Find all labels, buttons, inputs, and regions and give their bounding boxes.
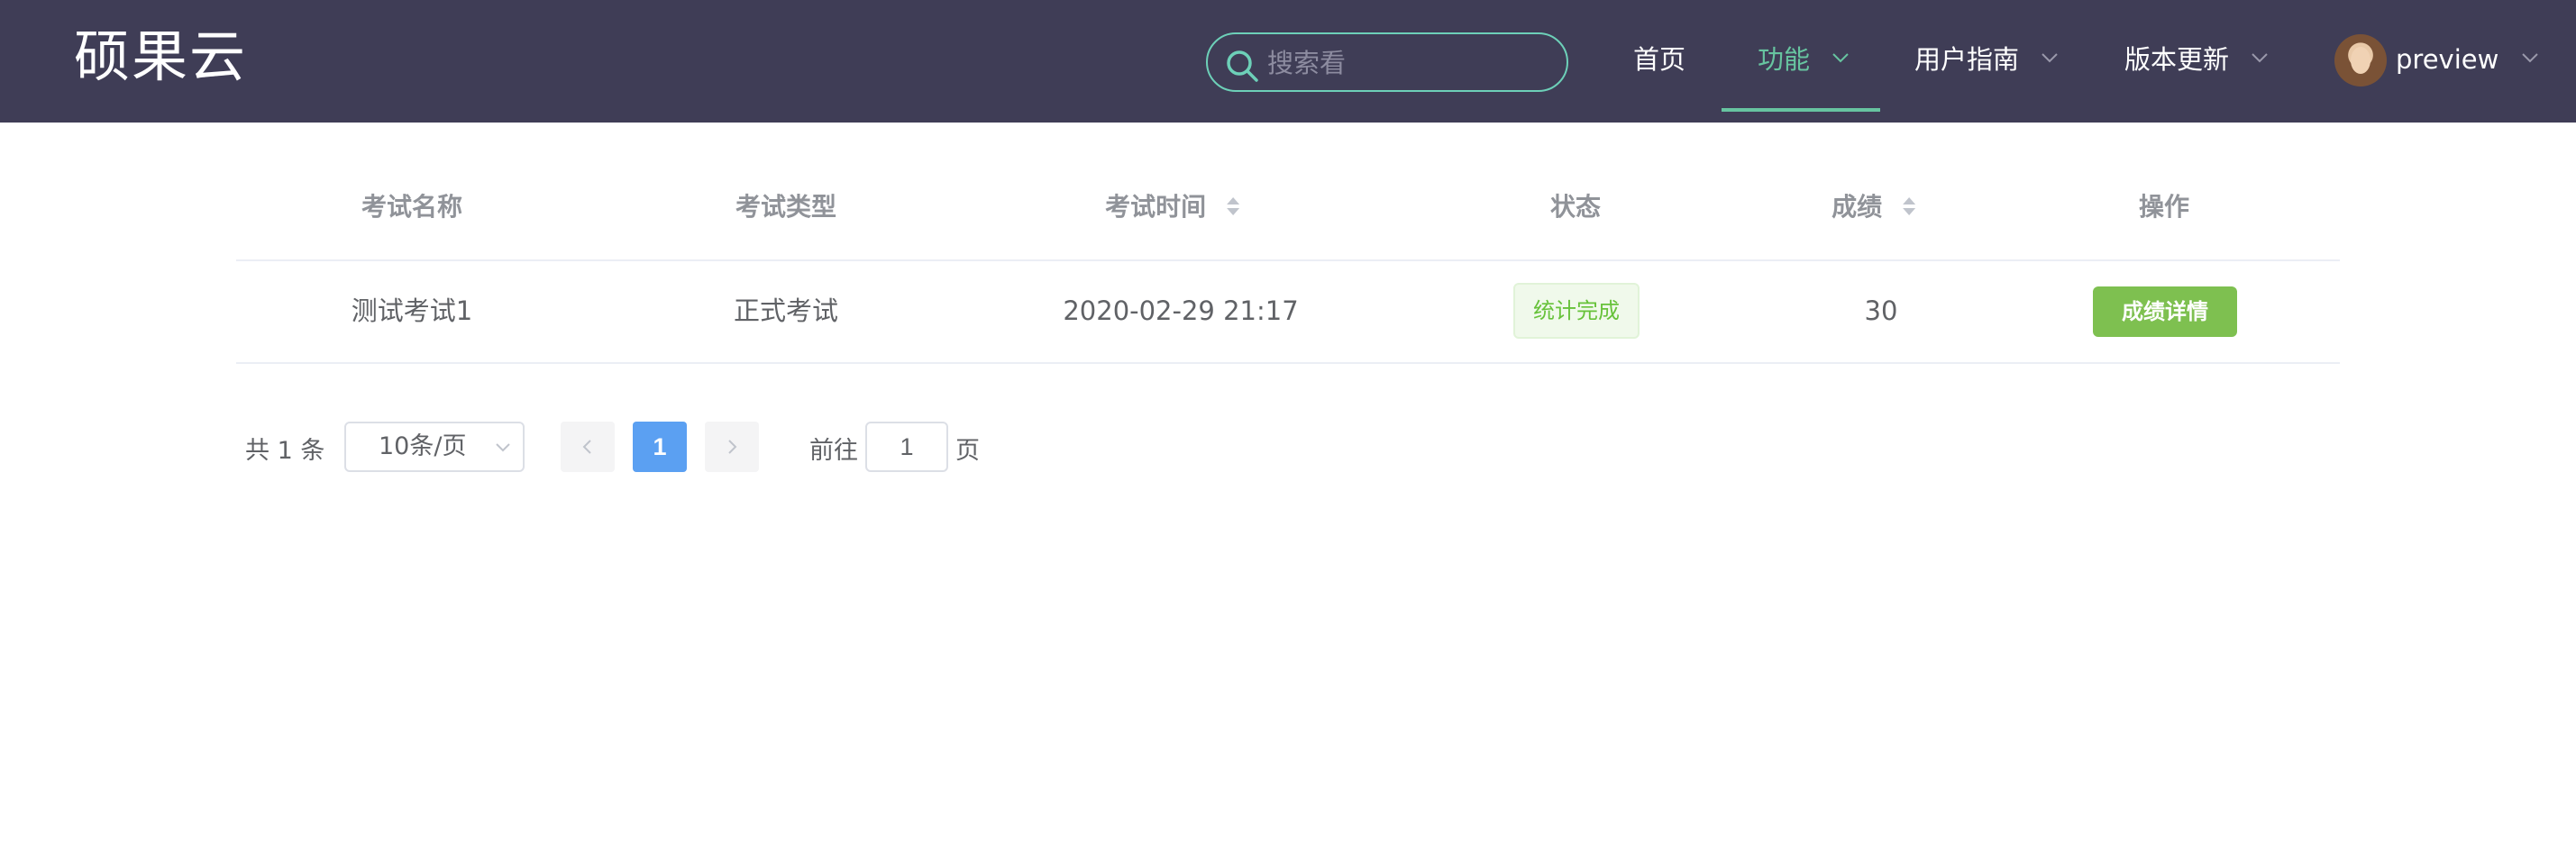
page-size-value: 10条/页 <box>379 432 467 460</box>
nav-version-updates[interactable]: 版本更新 <box>2124 0 2270 123</box>
column-header-status: 状态 <box>1549 192 1602 222</box>
column-header-exam-time-label: 考试时间 <box>1105 192 1207 222</box>
username: preview <box>2396 44 2499 75</box>
top-navbar: 硕果云 首页 功能 用户指南 版本更新 preview <box>0 0 2576 123</box>
column-header-score-label: 成绩 <box>1832 192 1883 222</box>
cell-score: 30 <box>1864 295 1898 326</box>
nav-version-updates-label: 版本更新 <box>2124 44 2230 75</box>
page-number-current[interactable]: 1 <box>633 422 687 472</box>
chevron-down-icon <box>2252 53 2268 63</box>
column-header-exam-name: 考试名称 <box>361 192 463 222</box>
chevron-down-icon <box>496 443 510 452</box>
page-size-select[interactable]: 10条/页 <box>344 422 525 472</box>
chevron-right-icon <box>728 440 737 454</box>
prev-page-button[interactable] <box>561 422 615 472</box>
search-input[interactable] <box>1265 41 1557 85</box>
column-header-score[interactable]: 成绩 <box>1832 189 1918 225</box>
nav-features-label: 功能 <box>1758 44 1811 75</box>
nav-home-label: 首页 <box>1633 44 1686 75</box>
cell-exam-name: 测试考试1 <box>351 295 473 326</box>
chevron-down-icon <box>1832 53 1849 63</box>
search-icon[interactable] <box>1224 48 1260 84</box>
avatar[interactable] <box>2334 34 2387 86</box>
chevron-left-icon <box>582 440 591 454</box>
nav-user-guide-label: 用户指南 <box>1914 44 2020 75</box>
row-divider <box>236 362 2340 364</box>
score-details-button[interactable]: 成绩详情 <box>2093 286 2237 337</box>
nav-user-guide[interactable]: 用户指南 <box>1914 0 2060 123</box>
user-menu[interactable]: preview <box>2396 0 2540 123</box>
logo[interactable]: 硕果云 <box>74 23 247 90</box>
search-box[interactable] <box>1206 32 1568 92</box>
goto-page-input[interactable] <box>865 422 948 472</box>
chevron-down-icon <box>2521 53 2538 63</box>
cell-exam-time: 2020-02-29 21:17 <box>1063 295 1299 326</box>
status-badge: 统计完成 <box>1513 283 1640 339</box>
chevron-down-icon <box>2042 53 2058 63</box>
nav-features[interactable]: 功能 <box>1758 0 1850 123</box>
column-header-exam-type: 考试类型 <box>735 192 837 222</box>
column-header-exam-time[interactable]: 考试时间 <box>1105 189 1242 225</box>
avatar-face <box>2351 47 2370 74</box>
header-divider <box>236 259 2340 261</box>
active-nav-indicator <box>1722 108 1880 112</box>
pagination-total: 共 1 条 <box>245 437 325 465</box>
nav-home[interactable]: 首页 <box>1633 0 1685 123</box>
cell-exam-type: 正式考试 <box>733 295 839 326</box>
column-header-action: 操作 <box>2138 192 2190 222</box>
goto-suffix: 页 <box>955 437 980 465</box>
goto-label: 前往 <box>809 437 858 465</box>
sort-icon[interactable] <box>1900 193 1918 220</box>
sort-icon[interactable] <box>1224 193 1242 220</box>
next-page-button[interactable] <box>705 422 759 472</box>
